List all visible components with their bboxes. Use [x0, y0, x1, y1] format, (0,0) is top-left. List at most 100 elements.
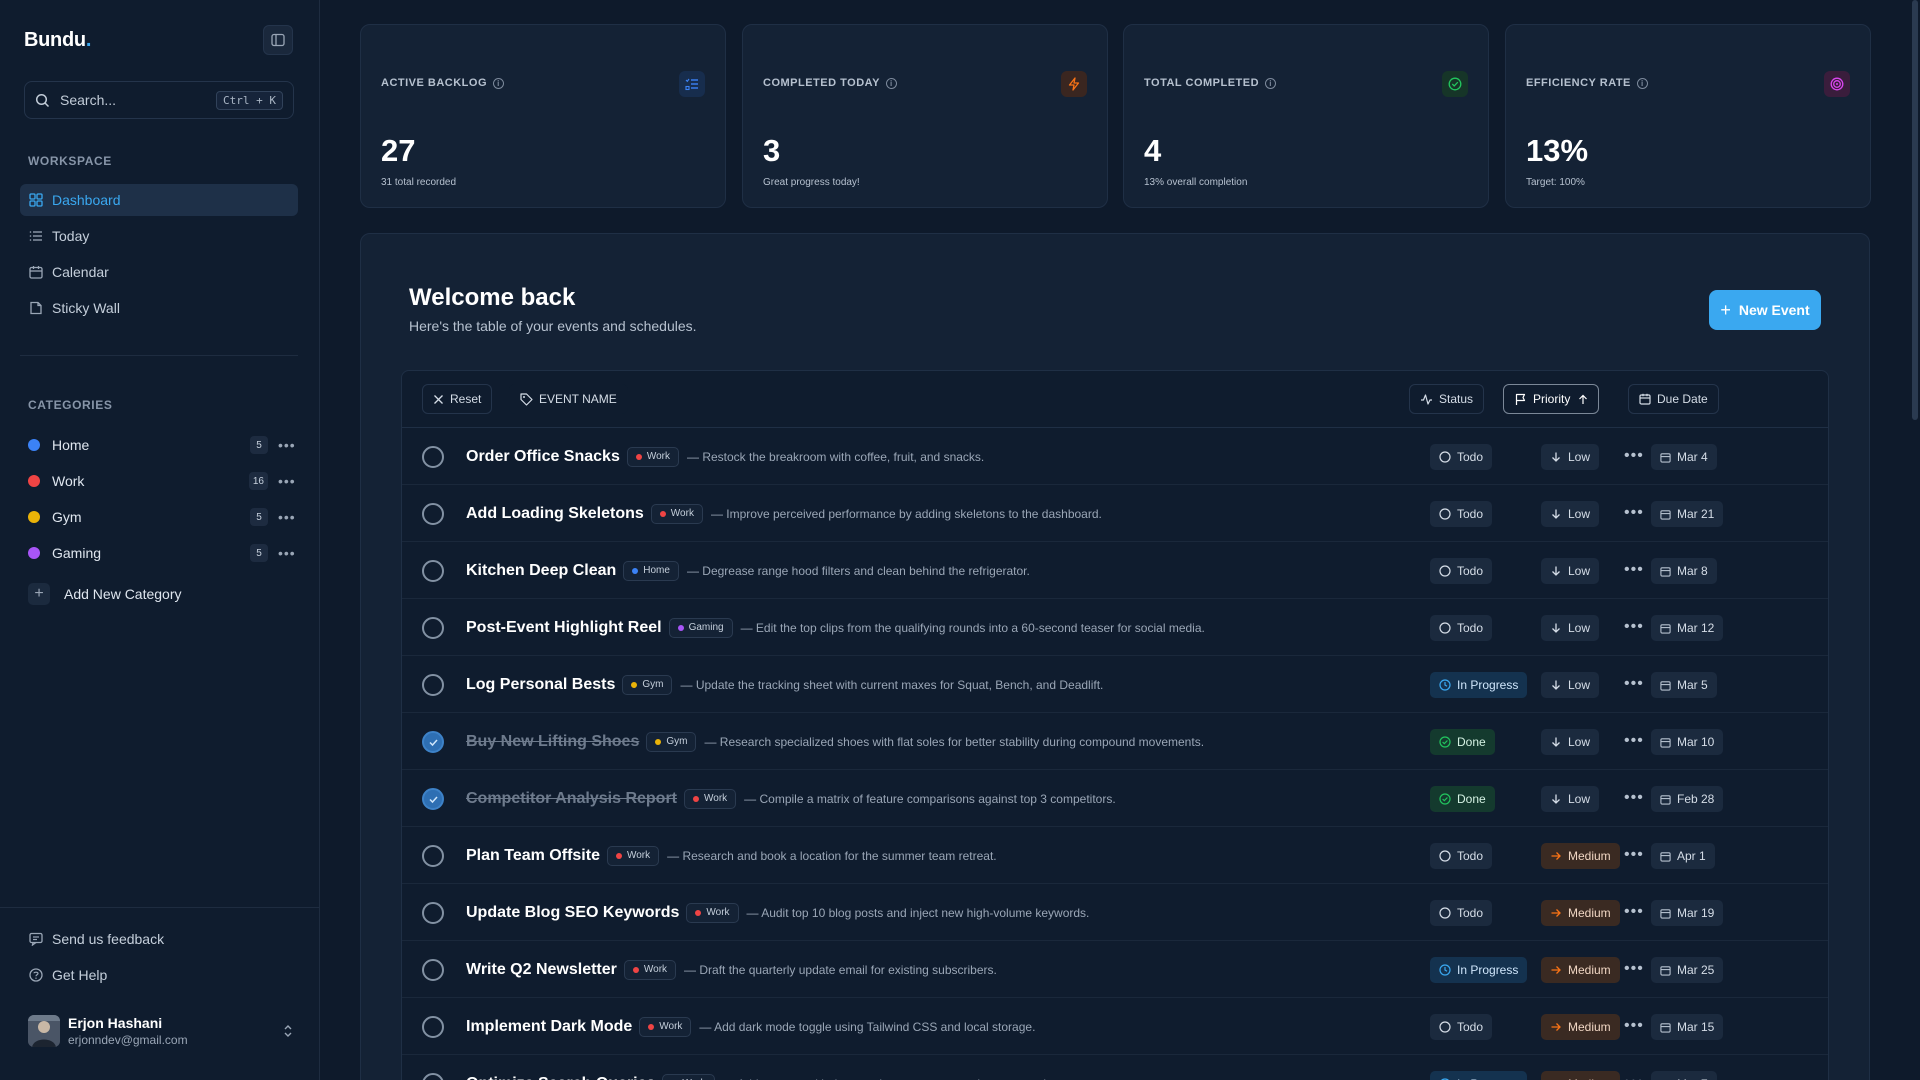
event-title[interactable]: Kitchen Deep Clean — [466, 562, 616, 580]
more-icon[interactable]: ••• — [278, 437, 295, 453]
complete-checkbox[interactable] — [422, 902, 444, 924]
due-date-badge[interactable]: Feb 28 — [1651, 786, 1724, 812]
new-event-button[interactable]: + New Event — [1709, 290, 1821, 330]
more-icon[interactable]: ••• — [278, 473, 295, 489]
complete-checkbox[interactable] — [422, 446, 444, 468]
status-badge[interactable]: In Progress — [1430, 672, 1528, 698]
priority-badge[interactable]: Medium — [1541, 1014, 1620, 1040]
nav-calendar[interactable]: Calendar — [20, 256, 298, 288]
due-date-badge[interactable]: Mar 5 — [1651, 672, 1717, 698]
sort-event-name-button[interactable]: EVENT NAME — [509, 384, 628, 414]
reset-button[interactable]: Reset — [422, 384, 493, 414]
priority-badge[interactable]: Medium — [1541, 1071, 1620, 1080]
event-title[interactable]: Post-Event Highlight Reel — [466, 619, 662, 637]
row-more-icon[interactable]: ••• — [1624, 960, 1644, 978]
status-badge[interactable]: Todo — [1430, 501, 1493, 527]
info-icon[interactable]: i — [885, 77, 897, 89]
row-more-icon[interactable]: ••• — [1624, 789, 1644, 807]
event-title[interactable]: Update Blog SEO Keywords — [466, 904, 679, 922]
priority-badge[interactable]: Low — [1541, 444, 1600, 470]
due-date-badge[interactable]: Mar 15 — [1651, 1014, 1724, 1040]
event-title[interactable]: Add Loading Skeletons — [466, 505, 644, 523]
due-date-badge[interactable]: Mar 10 — [1651, 729, 1724, 755]
status-badge[interactable]: In Progress — [1430, 1071, 1528, 1080]
table-row[interactable]: Write Q2 Newsletter Work — Draft the quart… — [402, 941, 1828, 998]
event-title[interactable]: Order Office Snacks — [466, 448, 620, 466]
row-more-icon[interactable]: ••• — [1624, 1074, 1644, 1080]
event-title[interactable]: Plan Team Offsite — [466, 847, 600, 865]
event-title[interactable]: Write Q2 Newsletter — [466, 961, 617, 979]
priority-badge[interactable]: Low — [1541, 615, 1600, 641]
complete-checkbox[interactable] — [422, 503, 444, 525]
event-title[interactable]: Competitor Analysis Report — [466, 790, 677, 808]
category-gym[interactable]: Gym 5 ••• — [28, 503, 295, 531]
status-badge[interactable]: Todo — [1430, 615, 1493, 641]
page-scrollbar[interactable] — [1910, 0, 1920, 1080]
status-badge[interactable]: In Progress — [1430, 957, 1528, 983]
due-date-badge[interactable]: Mar 8 — [1651, 558, 1717, 584]
table-row[interactable]: Update Blog SEO Keywords Work — Audit top … — [402, 884, 1828, 941]
complete-checkbox[interactable] — [422, 959, 444, 981]
sidebar-toggle-button[interactable] — [263, 25, 293, 55]
complete-checkbox[interactable] — [422, 788, 444, 810]
row-more-icon[interactable]: ••• — [1624, 618, 1644, 636]
table-row[interactable]: Implement Dark Mode Work — Add dark mode t… — [402, 998, 1828, 1055]
row-more-icon[interactable]: ••• — [1624, 504, 1644, 522]
table-row[interactable]: Buy New Lifting Shoes Gym — Research speci… — [402, 713, 1828, 770]
feedback-link[interactable]: Send us feedback — [28, 931, 164, 947]
more-icon[interactable]: ••• — [278, 509, 295, 525]
user-profile[interactable]: Erjon Hashani erjonndev@gmail.com — [28, 1015, 294, 1047]
table-row[interactable]: Add Loading Skeletons Work — Improve perce… — [402, 485, 1828, 542]
priority-badge[interactable]: Medium — [1541, 843, 1620, 869]
complete-checkbox[interactable] — [422, 1073, 444, 1080]
complete-checkbox[interactable] — [422, 560, 444, 582]
complete-checkbox[interactable] — [422, 617, 444, 639]
priority-badge[interactable]: Medium — [1541, 957, 1620, 983]
row-more-icon[interactable]: ••• — [1624, 675, 1644, 693]
row-more-icon[interactable]: ••• — [1624, 903, 1644, 921]
priority-badge[interactable]: Low — [1541, 672, 1600, 698]
row-more-icon[interactable]: ••• — [1624, 1017, 1644, 1035]
priority-badge[interactable]: Low — [1541, 501, 1600, 527]
row-more-icon[interactable]: ••• — [1624, 447, 1644, 465]
priority-badge[interactable]: Low — [1541, 558, 1600, 584]
table-row[interactable]: Kitchen Deep Clean Home — Degrease range h… — [402, 542, 1828, 599]
priority-badge[interactable]: Medium — [1541, 900, 1620, 926]
table-row[interactable]: Post-Event Highlight Reel Gaming — Edit th… — [402, 599, 1828, 656]
event-title[interactable]: Buy New Lifting Shoes — [466, 733, 639, 751]
info-icon[interactable]: i — [1265, 77, 1277, 89]
event-title[interactable]: Implement Dark Mode — [466, 1018, 632, 1036]
complete-checkbox[interactable] — [422, 1016, 444, 1038]
due-date-badge[interactable]: Mar 19 — [1651, 900, 1724, 926]
status-badge[interactable]: Todo — [1430, 1014, 1493, 1040]
search-input[interactable]: Search... Ctrl + K — [24, 81, 294, 119]
info-icon[interactable]: i — [493, 77, 504, 89]
nav-today[interactable]: Today — [20, 220, 298, 252]
due-date-badge[interactable]: Mar 21 — [1651, 501, 1724, 527]
row-more-icon[interactable]: ••• — [1624, 846, 1644, 864]
due-date-badge[interactable]: Mar 4 — [1651, 444, 1717, 470]
table-row[interactable]: Plan Team Offsite Work — Research and book… — [402, 827, 1828, 884]
status-badge[interactable]: Done — [1430, 786, 1495, 812]
status-badge[interactable]: Todo — [1430, 843, 1493, 869]
nav-dashboard[interactable]: Dashboard — [20, 184, 298, 216]
category-gaming[interactable]: Gaming 5 ••• — [28, 539, 295, 567]
due-date-badge[interactable]: Mar 12 — [1651, 615, 1724, 641]
complete-checkbox[interactable] — [422, 731, 444, 753]
scrollbar-thumb[interactable] — [1912, 0, 1918, 420]
info-icon[interactable]: i — [1636, 77, 1648, 89]
brand-logo[interactable]: Bundu. — [24, 29, 91, 52]
due-date-badge[interactable]: Mar 7 — [1651, 1071, 1717, 1080]
table-row[interactable]: Order Office Snacks Work — Restock the bre… — [402, 428, 1828, 485]
row-more-icon[interactable]: ••• — [1624, 732, 1644, 750]
row-more-icon[interactable]: ••• — [1624, 561, 1644, 579]
priority-badge[interactable]: Low — [1541, 786, 1600, 812]
category-home[interactable]: Home 5 ••• — [28, 431, 295, 459]
more-icon[interactable]: ••• — [278, 545, 295, 561]
due-date-badge[interactable]: Mar 25 — [1651, 957, 1724, 983]
priority-badge[interactable]: Low — [1541, 729, 1600, 755]
table-row[interactable]: Log Personal Bests Gym — Update the tracki… — [402, 656, 1828, 713]
chevron-up-down-icon[interactable] — [282, 1023, 294, 1039]
status-badge[interactable]: Done — [1430, 729, 1495, 755]
status-filter-button[interactable]: Status — [1409, 384, 1485, 414]
